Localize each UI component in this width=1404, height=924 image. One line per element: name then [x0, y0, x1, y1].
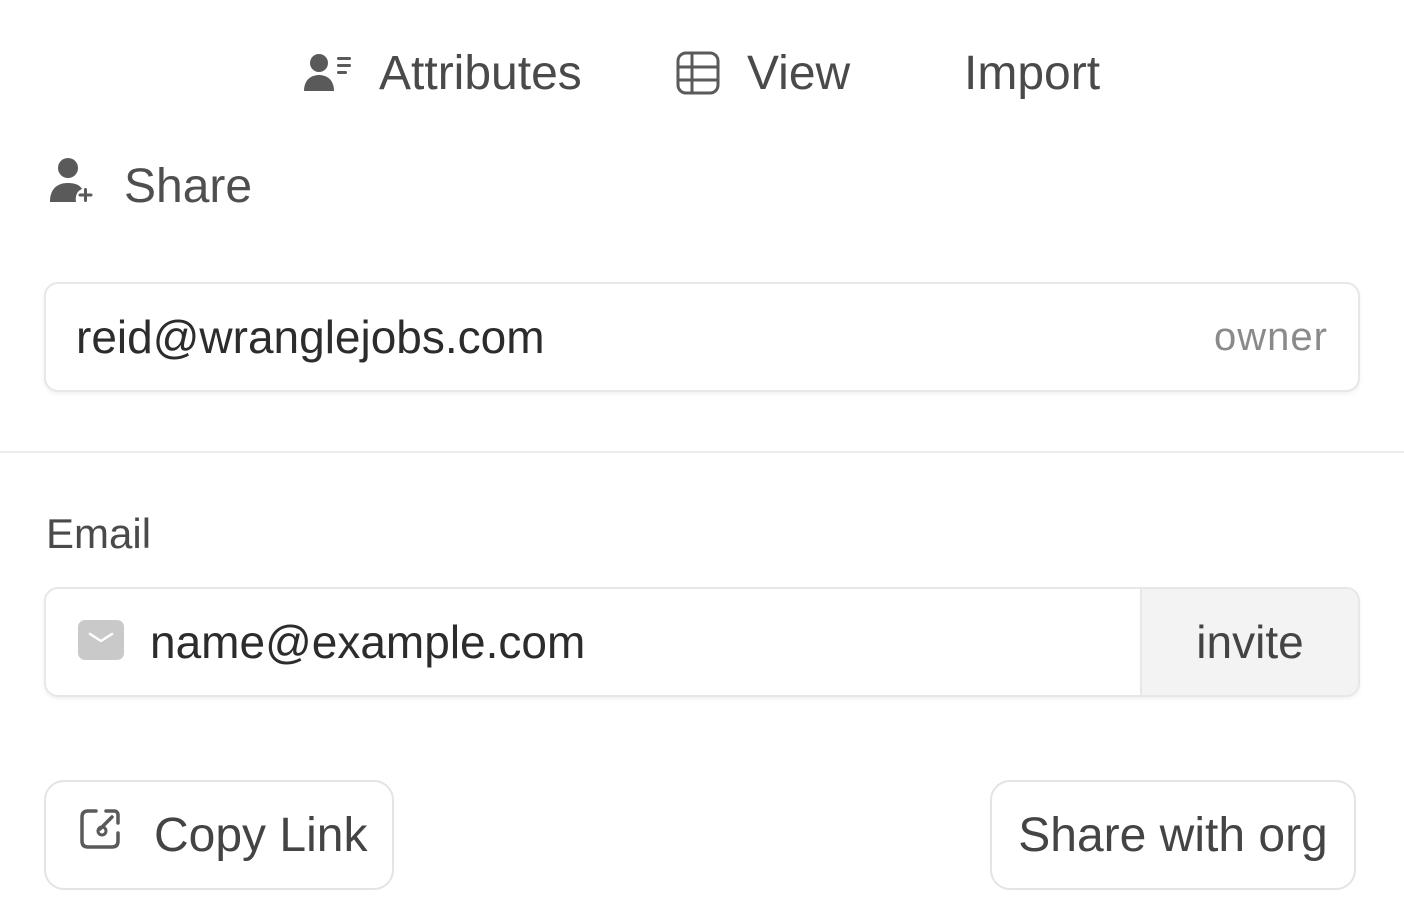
tab-attributes-label: Attributes: [379, 46, 582, 100]
share-with-org-button[interactable]: Share with org: [990, 780, 1356, 890]
email-label: Email: [46, 510, 152, 557]
email-input[interactable]: [150, 615, 1050, 669]
share-title: Share: [124, 159, 253, 213]
tab-view[interactable]: View: [675, 38, 850, 108]
share-header: Share: [48, 156, 252, 216]
share-with-org-label: Share with org: [1018, 808, 1328, 862]
tab-import-label: Import: [964, 46, 1101, 100]
user-add-icon: [48, 156, 96, 216]
invite-field: invite: [44, 587, 1360, 697]
copy-link-button[interactable]: Copy Link: [44, 780, 394, 890]
invite-input-wrap: [46, 589, 1140, 695]
envelope-icon: [78, 619, 124, 665]
link-icon: [76, 805, 124, 865]
tab-view-label: View: [747, 46, 851, 100]
copy-link-label: Copy Link: [154, 808, 368, 862]
invite-button[interactable]: invite: [1140, 589, 1358, 695]
tab-import[interactable]: Import: [964, 38, 1100, 108]
owner-row: reid@wranglejobs.com owner: [44, 282, 1360, 392]
divider: [0, 451, 1404, 453]
table-icon: [675, 50, 721, 96]
owner-role-badge: owner: [1214, 314, 1328, 359]
share-panel: Attributes View Import Share reid@wrangl…: [0, 0, 1404, 924]
tab-attributes[interactable]: Attributes: [303, 38, 582, 108]
user-list-icon: [303, 51, 353, 95]
top-tabs: Attributes View Import: [0, 38, 1404, 108]
owner-email: reid@wranglejobs.com: [76, 311, 545, 363]
